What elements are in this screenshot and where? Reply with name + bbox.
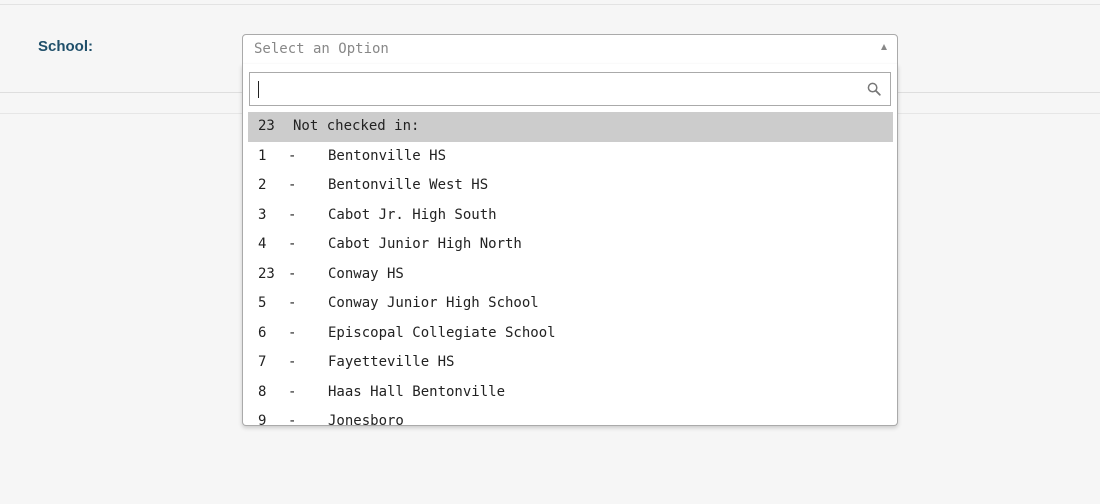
option-name: Bentonville West HS xyxy=(328,177,489,193)
option-name: Episcopal Collegiate School xyxy=(328,324,556,341)
option-name: Conway Junior High School xyxy=(328,295,539,311)
option-number: 3 xyxy=(258,206,267,223)
list-item[interactable]: 7 - Fayetteville HS xyxy=(248,348,893,378)
option-separator: - xyxy=(288,295,297,311)
option-separator: - xyxy=(288,265,297,282)
option-separator: - xyxy=(288,147,297,164)
option-name: Conway HS xyxy=(328,265,404,282)
triangle-up-icon[interactable] xyxy=(881,44,887,50)
option-name: Bentonville HS xyxy=(328,147,447,164)
option-number: 2 xyxy=(258,177,267,193)
option-number: 7 xyxy=(258,354,267,370)
search-input[interactable] xyxy=(250,73,860,105)
option-separator: - xyxy=(288,206,297,223)
list-item[interactable]: 3 - Cabot Jr. High South xyxy=(248,201,893,231)
option-number: 5 xyxy=(258,295,267,311)
option-number: 8 xyxy=(258,383,267,400)
option-name: Fayetteville HS xyxy=(328,354,455,370)
option-number: 9 xyxy=(258,413,267,426)
option-name: Cabot Junior High North xyxy=(328,236,522,252)
page: School: Select an Option 23 Not checked … xyxy=(0,0,1100,504)
school-select[interactable]: Select an Option xyxy=(242,34,898,65)
search-box[interactable] xyxy=(249,72,891,106)
list-item[interactable]: 6 - Episcopal Collegiate School xyxy=(248,319,893,349)
list-item[interactable]: 4 - Cabot Junior High North xyxy=(248,230,893,260)
option-number: 4 xyxy=(258,236,267,252)
select-placeholder: Select an Option xyxy=(254,41,389,57)
list-item[interactable]: 9 - Jonesboro xyxy=(248,407,893,426)
search-icon xyxy=(867,82,881,96)
option-separator: - xyxy=(288,236,297,252)
option-separator: - xyxy=(288,383,297,400)
option-separator: - xyxy=(288,177,297,193)
option-name: Haas Hall Bentonville xyxy=(328,383,506,400)
group-label: Not checked in: xyxy=(293,118,420,134)
list-item[interactable]: 2 - Bentonville West HS xyxy=(248,171,893,201)
option-separator: - xyxy=(288,413,297,426)
option-name: Cabot Jr. High South xyxy=(328,206,497,223)
list-item[interactable]: 5 - Conway Junior High School xyxy=(248,289,893,319)
option-number: 1 xyxy=(258,147,267,164)
option-group-not-checked-in[interactable]: 23 Not checked in: xyxy=(248,112,893,142)
list-item[interactable]: 23 - Conway HS xyxy=(248,260,893,290)
list-item[interactable]: 1 - Bentonville HS xyxy=(248,142,893,172)
group-count: 23 xyxy=(258,118,275,134)
text-caret xyxy=(258,81,259,98)
option-name: Jonesboro xyxy=(328,413,404,426)
option-number: 6 xyxy=(258,324,267,341)
school-field-label: School: xyxy=(38,38,93,55)
option-number: 23 xyxy=(258,265,275,282)
option-separator: - xyxy=(288,324,297,341)
options-list: 23 Not checked in: 1 - Bentonville HS 2 … xyxy=(248,112,893,426)
option-separator: - xyxy=(288,354,297,370)
school-dropdown: 23 Not checked in: 1 - Bentonville HS 2 … xyxy=(242,64,898,426)
list-item[interactable]: 8 - Haas Hall Bentonville xyxy=(248,378,893,408)
top-divider xyxy=(0,4,1100,5)
